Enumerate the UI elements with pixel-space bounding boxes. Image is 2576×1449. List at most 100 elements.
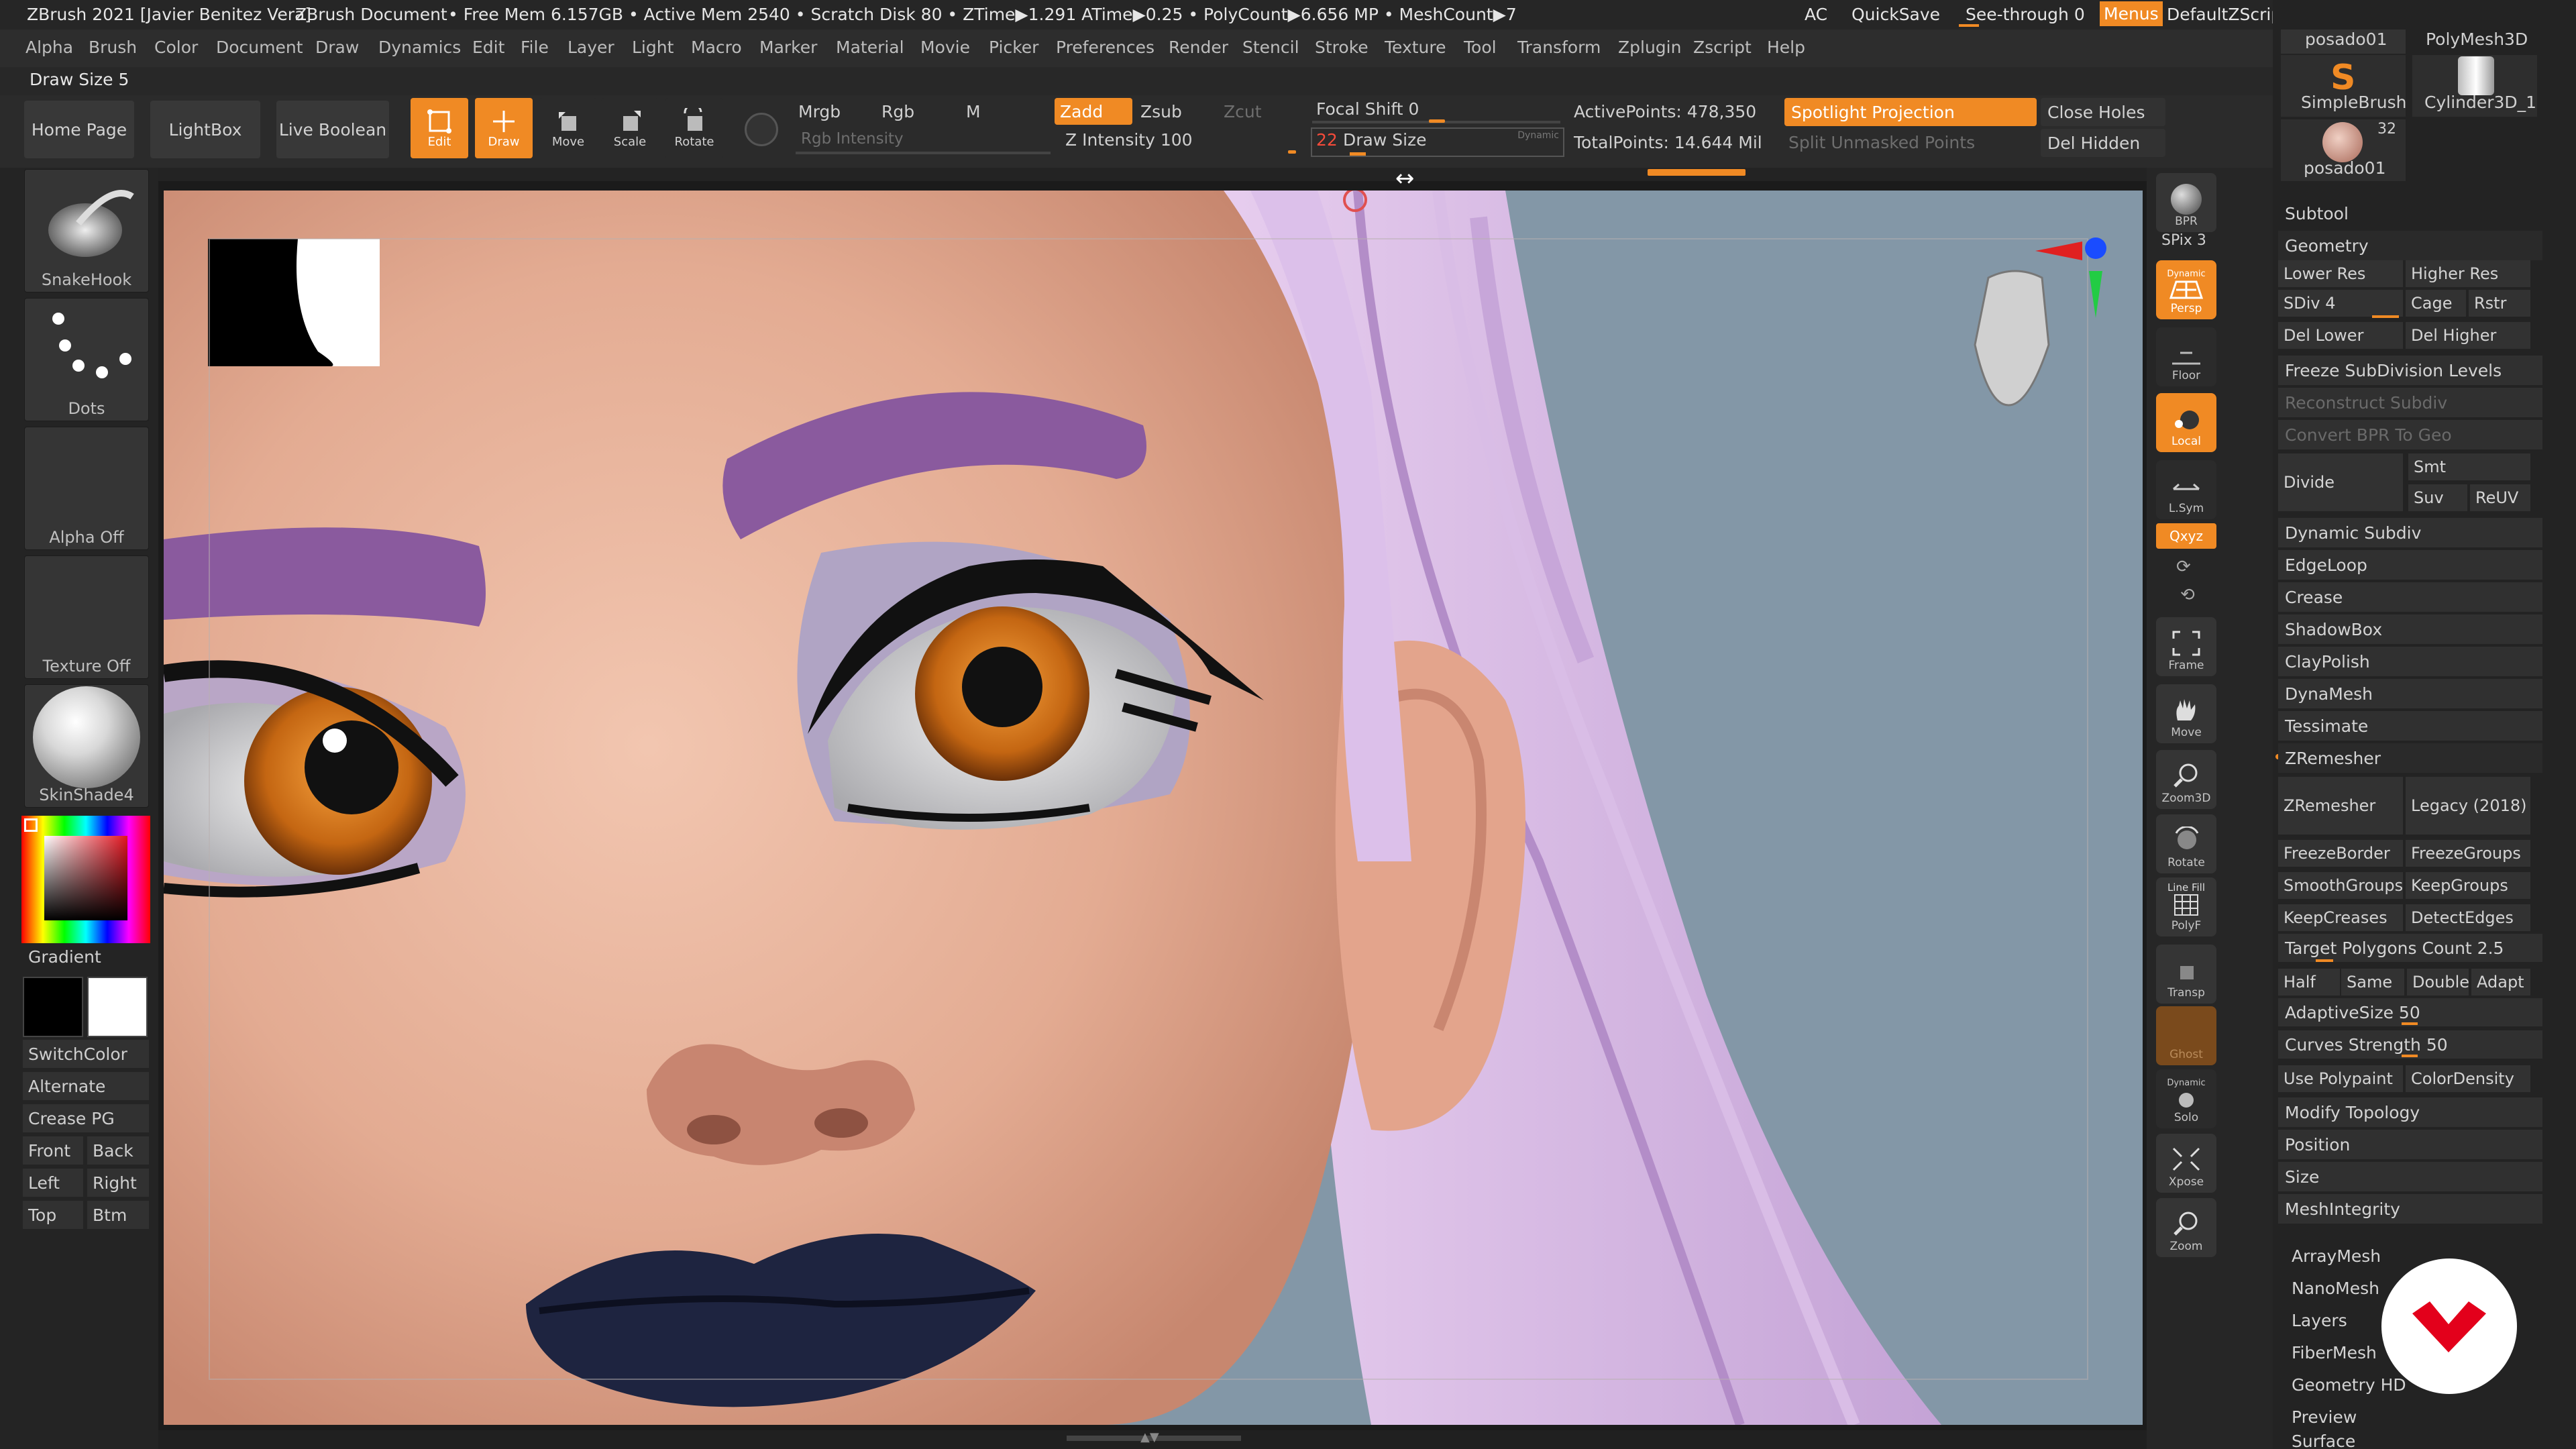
zremesher-header[interactable]: ZRemesher <box>2278 743 2542 773</box>
live-boolean-button[interactable]: Live Boolean <box>276 101 389 158</box>
menu-dynamics[interactable]: Dynamics <box>378 38 461 57</box>
rgb-intensity-slider[interactable]: Rgb Intensity <box>801 130 904 148</box>
ghost-button[interactable]: Ghost <box>2156 1006 2216 1065</box>
rstr-button[interactable]: Rstr <box>2469 290 2530 317</box>
legacy-zremesher-button[interactable]: Legacy (2018) <box>2406 777 2530 835</box>
default-zscript-button[interactable]: DefaultZScript <box>2167 5 2288 24</box>
menu-macro[interactable]: Macro <box>691 38 742 57</box>
menu-file[interactable]: File <box>521 38 549 57</box>
split-unmasked-button[interactable]: Split Unmasked Points <box>1788 133 1975 152</box>
rgb-button[interactable]: Rgb <box>881 102 914 121</box>
right-view-button[interactable]: Right <box>87 1169 149 1197</box>
dynamic-subdiv-button[interactable]: Dynamic Subdiv <box>2278 518 2542 547</box>
reuv-toggle[interactable]: ReUV <box>2470 484 2530 511</box>
del-lower-button[interactable]: Del Lower <box>2278 322 2403 349</box>
edgeloop-button[interactable]: EdgeLoop <box>2278 550 2542 580</box>
focal-shift-slider[interactable]: Focal Shift 0 <box>1316 99 1419 119</box>
dynamesh-button[interactable]: DynaMesh <box>2278 679 2542 708</box>
cage-button[interactable]: Cage <box>2406 290 2466 317</box>
cylinder3d-thumb[interactable]: Cylinder3D_1 <box>2412 55 2537 117</box>
rotate-z-icon[interactable]: ⟲ <box>2180 585 2195 605</box>
alternate-button[interactable]: Alternate <box>23 1072 149 1100</box>
back-view-button[interactable]: Back <box>87 1136 149 1165</box>
freeze-subdiv-button[interactable]: Freeze SubDivision Levels <box>2278 356 2542 385</box>
del-hidden-button[interactable]: Del Hidden <box>2041 129 2165 157</box>
draw-size-slider[interactable]: 22 Draw Size Dynamic <box>1311 127 1564 157</box>
meshintegrity-button[interactable]: MeshIntegrity <box>2278 1194 2542 1224</box>
surface-button[interactable]: Surface <box>2285 1433 2549 1449</box>
move-view-button[interactable]: Move <box>2156 684 2216 743</box>
suv-toggle[interactable]: Suv <box>2408 484 2467 511</box>
zremesher-button[interactable]: ZRemesher <box>2278 777 2403 835</box>
geometry-header[interactable]: Geometry <box>2278 231 2542 260</box>
texture-selector[interactable]: Texture Off <box>24 555 149 679</box>
smt-toggle[interactable]: Smt <box>2408 453 2530 480</box>
lsym-button[interactable]: L.Sym <box>2156 460 2216 519</box>
rotate-view-button[interactable]: Rotate <box>2156 814 2216 873</box>
menu-transform[interactable]: Transform <box>1517 38 1601 57</box>
freezeborder-button[interactable]: FreezeBorder <box>2278 840 2403 867</box>
menu-preferences[interactable]: Preferences <box>1056 38 1155 57</box>
menu-document[interactable]: Document <box>216 38 303 57</box>
subtool-thumb-label[interactable]: PolyMesh3D <box>2426 30 2528 49</box>
menu-stroke[interactable]: Stroke <box>1315 38 1368 57</box>
floor-button[interactable]: Floor <box>2156 327 2216 386</box>
subtool-thumb-posado01-top[interactable]: posado01 <box>2281 30 2406 54</box>
double-button[interactable]: Double <box>2407 969 2469 996</box>
menu-zscript[interactable]: Zscript <box>1693 38 1752 57</box>
brush-selector[interactable]: SnakeHook <box>24 169 149 292</box>
zcut-button[interactable]: Zcut <box>1224 102 1262 121</box>
preview-button[interactable]: Preview <box>2285 1402 2549 1432</box>
m-button[interactable]: M <box>966 102 981 121</box>
menu-texture[interactable]: Texture <box>1385 38 1446 57</box>
menu-draw[interactable]: Draw <box>315 38 359 57</box>
menu-stencil[interactable]: Stencil <box>1242 38 1299 57</box>
dynamic-tag[interactable]: Dynamic <box>1517 130 1559 141</box>
keepcreases-button[interactable]: KeepCreases <box>2278 904 2403 931</box>
close-holes-button[interactable]: Close Holes <box>2041 98 2165 126</box>
color-picker[interactable] <box>21 816 150 943</box>
scale-mode-button[interactable]: Scale <box>601 98 659 158</box>
top-view-button[interactable]: Top <box>23 1201 83 1229</box>
bottom-view-button[interactable]: Btm <box>87 1201 149 1229</box>
position-button[interactable]: Position <box>2278 1130 2542 1159</box>
zoom-button[interactable]: Zoom <box>2156 1198 2216 1257</box>
rotate-mode-button[interactable]: Rotate <box>665 98 723 158</box>
higher-res-button[interactable]: Higher Res <box>2406 260 2530 287</box>
claypolish-button[interactable]: ClayPolish <box>2278 647 2542 676</box>
switchcolor-button[interactable]: SwitchColor <box>23 1040 149 1068</box>
convert-bpr-button[interactable]: Convert BPR To Geo <box>2278 420 2542 449</box>
menu-tool[interactable]: Tool <box>1464 38 1497 57</box>
posado01-thumb[interactable]: 32 posado01 <box>2281 119 2406 181</box>
gradient-button[interactable]: Gradient <box>28 947 101 967</box>
colordensity-slider[interactable]: ColorDensity <box>2406 1065 2530 1092</box>
lower-res-button[interactable]: Lower Res <box>2278 260 2403 287</box>
menu-render[interactable]: Render <box>1169 38 1228 57</box>
subtool-header[interactable]: Subtool <box>2278 199 2542 228</box>
freezegroups-button[interactable]: FreezeGroups <box>2406 840 2530 867</box>
draw-mode-button[interactable]: Draw <box>475 98 533 158</box>
home-page-button[interactable]: Home Page <box>24 101 134 158</box>
crease-pg-button[interactable]: Crease PG <box>23 1104 149 1132</box>
xpose-button[interactable]: Xpose <box>2156 1134 2216 1193</box>
stroke-selector[interactable]: Dots <box>24 298 149 421</box>
sdiv-slider[interactable]: SDiv 4 <box>2278 290 2403 317</box>
edit-mode-button[interactable]: Edit <box>411 98 468 158</box>
zadd-button[interactable]: Zadd <box>1055 98 1132 125</box>
smoothgroups-slider[interactable]: SmoothGroups <box>2278 872 2403 899</box>
crease-button[interactable]: Crease <box>2278 582 2542 612</box>
rotate-y-icon[interactable]: ⟳ <box>2176 557 2191 577</box>
transp-button[interactable]: Transp <box>2156 945 2216 1004</box>
detectedges-button[interactable]: DetectEdges <box>2406 904 2530 931</box>
solo-button[interactable]: Dynamic Solo <box>2156 1069 2216 1128</box>
secondary-color-swatch[interactable] <box>87 977 148 1037</box>
main-color-swatch[interactable] <box>23 977 83 1037</box>
menu-edit[interactable]: Edit <box>472 38 504 57</box>
color-picker-marker[interactable] <box>24 818 38 832</box>
document-canvas[interactable] <box>164 191 2143 1425</box>
menu-layer[interactable]: Layer <box>568 38 614 57</box>
left-view-button[interactable]: Left <box>23 1169 83 1197</box>
spotlight-projection-button[interactable]: Spotlight Projection <box>1784 98 2037 126</box>
half-button[interactable]: Half <box>2278 969 2340 996</box>
z-intensity-slider[interactable]: Z Intensity 100 <box>1065 130 1193 150</box>
